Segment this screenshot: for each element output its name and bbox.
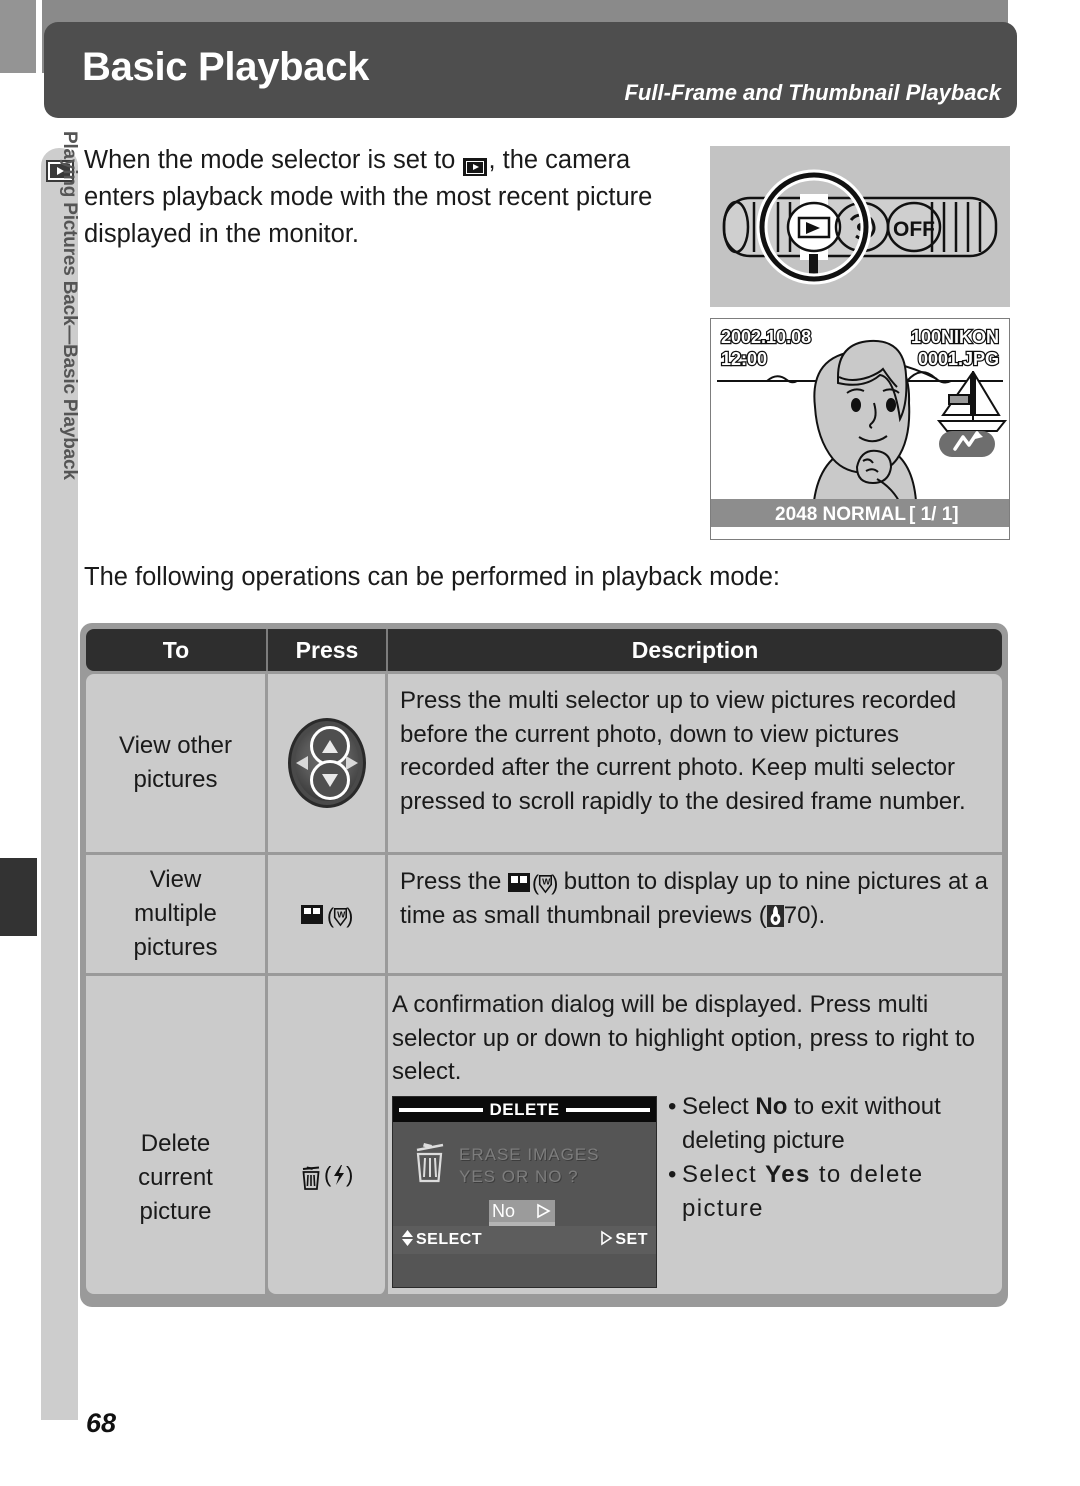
osd-date: 2002.10.08 bbox=[721, 327, 811, 347]
desc-text-c: ). bbox=[810, 901, 826, 929]
chapter-sidebar: Playing Pictures Back—Basic Playback bbox=[41, 131, 80, 1420]
multi-selector-left-icon bbox=[295, 756, 308, 770]
zoom-out-wide-icon: ( W ) bbox=[327, 900, 352, 929]
bullet-dot: • bbox=[668, 1093, 677, 1120]
dialog-footer: SELECT SET bbox=[393, 1226, 656, 1254]
row-press-delete-current-picture: () bbox=[268, 976, 388, 1294]
monitor-illustration: 2002.10.08 12:00 100NIKON 0001.JPG 2048 … bbox=[711, 319, 1009, 539]
zoom-out-wide-icon: (W) bbox=[532, 868, 557, 895]
row-label-text: View other pictures bbox=[119, 732, 232, 793]
desc-text-a: Press the bbox=[400, 868, 509, 895]
svg-text:W: W bbox=[542, 876, 551, 886]
bullet-dot: • bbox=[668, 1161, 677, 1188]
page-title: Basic Playback bbox=[82, 45, 370, 89]
row-label-delete-current-picture: Delete current picture bbox=[86, 976, 268, 1294]
bullet-bold: Yes bbox=[765, 1161, 811, 1188]
osd-size-quality: 2048 NORMAL bbox=[775, 504, 906, 525]
page-subtitle: Full-Frame and Thumbnail Playback bbox=[624, 80, 1001, 105]
osd-frame-counter: [ 1/ 1] bbox=[909, 504, 959, 525]
thumbnail-checkerboard-icon bbox=[508, 873, 531, 892]
dialog-title-bar: DELETE bbox=[393, 1097, 656, 1122]
svg-text:): ) bbox=[346, 905, 352, 928]
table-header-row: To Press Description bbox=[86, 629, 1002, 671]
dialog-option-no[interactable]: No bbox=[489, 1200, 555, 1222]
mode-selector-illustration: OFF bbox=[710, 146, 1010, 307]
right-arrow-icon bbox=[600, 1230, 613, 1251]
bullet-bold: No bbox=[755, 1093, 788, 1120]
dialog-message-line2: YES OR NO ? bbox=[459, 1167, 579, 1186]
row-description-view-other-pictures: Press the multi selector up to view pict… bbox=[388, 674, 1002, 852]
row-label-view-other-pictures: View other pictures bbox=[86, 674, 268, 852]
osd-time: 12:00 bbox=[721, 349, 767, 369]
multi-selector-icon bbox=[287, 718, 366, 808]
up-down-arrows-icon bbox=[401, 1229, 414, 1252]
top-band-left bbox=[0, 0, 36, 73]
table-row: View other pictures Press the multi sele… bbox=[86, 674, 1002, 852]
dialog-footer-set-label: SET bbox=[615, 1231, 648, 1248]
delete-option-bullets: • Select No to exit without deleting pic… bbox=[668, 1090, 998, 1226]
dialog-footer-set: SET bbox=[600, 1230, 648, 1251]
w-button-icon: (W) bbox=[532, 872, 557, 895]
dialog-message-line1: ERASE IMAGES bbox=[459, 1145, 600, 1164]
svg-text:W: W bbox=[337, 909, 346, 919]
thumbnail-checkerboard-icon bbox=[301, 904, 323, 924]
dialog-title: DELETE bbox=[483, 1099, 566, 1120]
dialog-option-no-label: No bbox=[492, 1200, 516, 1221]
row-label-view-multiple-pictures: View multiple pictures bbox=[86, 855, 268, 973]
page-header: Basic Playback Full-Frame and Thumbnail … bbox=[44, 22, 1017, 118]
bullet-text: Select No to exit without deleting pictu… bbox=[682, 1090, 998, 1158]
bullet-prefix: Select bbox=[682, 1093, 756, 1120]
page-reference-icon bbox=[766, 903, 784, 927]
select-arrow-icon bbox=[535, 1203, 551, 1224]
row-label-text: Delete current picture bbox=[138, 1130, 213, 1225]
monitor-playback-figure: 2002.10.08 12:00 100NIKON 0001.JPG 2048 … bbox=[710, 318, 1010, 540]
osd-filename: 0001.JPG bbox=[918, 349, 999, 369]
dialog-body: ERASE IMAGES YES OR NO ? No Yes SELECT bbox=[393, 1122, 656, 1254]
svg-text:): ) bbox=[346, 1162, 353, 1187]
delete-confirm-paragraph: A confirmation dialog will be displayed.… bbox=[392, 991, 976, 1085]
intro-text-a: When the mode selector is set to bbox=[84, 146, 463, 174]
table-row: View multiple pictures ( W ) Press the (… bbox=[86, 855, 1002, 973]
row-description-view-multiple-pictures: Press the (W) button to display up to ni… bbox=[388, 855, 1002, 973]
svg-text:(: ( bbox=[532, 872, 539, 895]
operations-intro: The following operations can be performe… bbox=[84, 563, 780, 591]
page-number: 68 bbox=[86, 1408, 117, 1438]
dialog-message: ERASE IMAGES YES OR NO ? bbox=[459, 1144, 599, 1188]
column-header-description: Description bbox=[631, 636, 759, 663]
flash-button-icon: () bbox=[324, 1162, 354, 1195]
row-label-text: View multiple pictures bbox=[133, 866, 218, 961]
multi-selector-right-icon bbox=[345, 756, 358, 770]
bullet-prefix: Select bbox=[682, 1161, 766, 1188]
column-header-press: Press bbox=[268, 629, 388, 671]
mode-selector-figure: OFF bbox=[710, 146, 1010, 307]
delete-dialog-figure: DELETE ERASE IMAGES YES OR NO ? No Yes bbox=[392, 1096, 657, 1288]
trash-icon bbox=[300, 1166, 322, 1190]
osd-folder: 100NIKON bbox=[911, 327, 999, 347]
svg-text:(: ( bbox=[327, 905, 334, 928]
bullet-text: Select Yes to delete picture bbox=[682, 1158, 998, 1226]
trash-icon bbox=[413, 1142, 446, 1184]
row-press-view-multiple-pictures: ( W ) bbox=[268, 855, 388, 973]
bullet-item: • Select No to exit without deleting pic… bbox=[668, 1090, 998, 1158]
section-tab-marker bbox=[0, 858, 37, 936]
intro-paragraph: When the mode selector is set to , the c… bbox=[84, 142, 684, 253]
svg-text:): ) bbox=[551, 872, 557, 895]
svg-text:(: ( bbox=[324, 1162, 332, 1187]
column-header-to: To bbox=[86, 629, 268, 671]
playback-mode-icon bbox=[463, 158, 488, 176]
bullet-item: • Select Yes to delete picture bbox=[668, 1158, 998, 1226]
dialog-footer-select: SELECT bbox=[401, 1229, 482, 1252]
multi-selector-down-icon bbox=[309, 760, 350, 800]
page-reference-number: 70 bbox=[783, 901, 811, 929]
chapter-sidebar-label: Playing Pictures Back—Basic Playback bbox=[59, 131, 80, 480]
w-button-icon: ( W ) bbox=[327, 905, 352, 928]
dialog-footer-select-label: SELECT bbox=[416, 1231, 483, 1248]
row-press-view-other-pictures bbox=[268, 674, 388, 852]
svg-text:OFF: OFF bbox=[893, 218, 935, 241]
